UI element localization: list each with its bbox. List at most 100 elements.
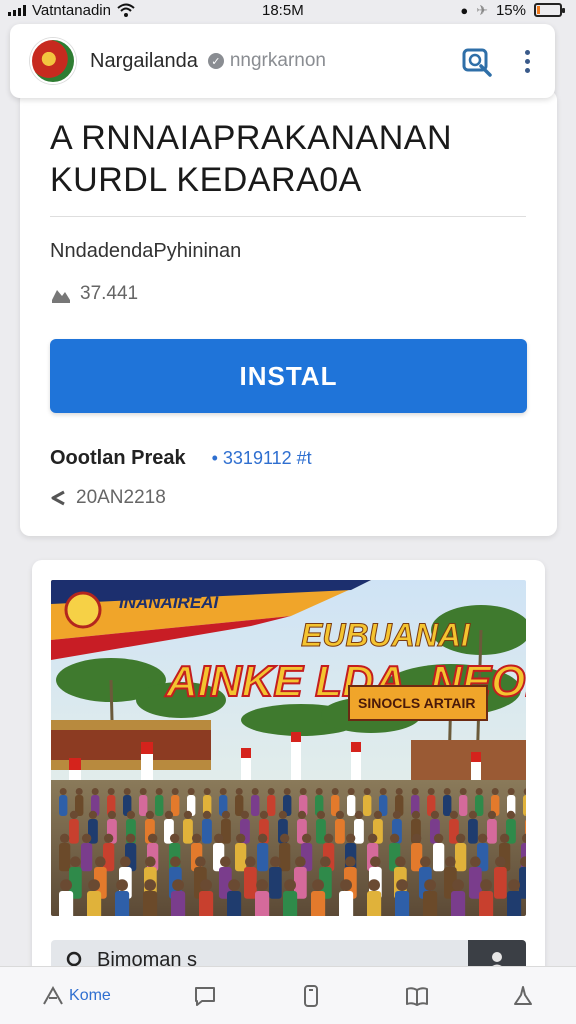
crowd-person-head [433, 833, 444, 843]
search-button[interactable] [459, 43, 495, 79]
crowd-person-head [139, 788, 147, 795]
crowd-person-head [202, 810, 212, 819]
crowd-person-head [424, 879, 436, 891]
install-button[interactable]: INSTAL [50, 339, 527, 413]
banner-ribbon-text: INANAIREAI [119, 593, 219, 612]
crowd-person-head [267, 788, 275, 795]
crowd-person-head [145, 856, 156, 867]
crowd-person-head [116, 879, 128, 891]
crowd-person-head [221, 810, 231, 819]
crowd-person-head [420, 856, 431, 867]
alarm-icon: ● [460, 2, 469, 18]
site-name[interactable]: Nargailanda [90, 50, 198, 73]
more-options-button[interactable] [517, 43, 537, 79]
crowd-person-head [347, 788, 355, 795]
status-bar: Vatntanadin 18:5M ● ✈ 15% [0, 0, 576, 20]
crowd-person-head [145, 810, 155, 819]
crowd-person-head [91, 788, 99, 795]
crowd-person-head [240, 810, 250, 819]
crowd-person-head [170, 856, 181, 867]
crowd-person-head [411, 833, 422, 843]
developer-name[interactable]: Oootlan Preak [50, 447, 186, 470]
crowd-person [81, 843, 93, 872]
crowd-person-head [251, 788, 259, 795]
crowd-person-head [430, 810, 440, 819]
search-icon [462, 48, 492, 77]
site-logo[interactable] [30, 38, 76, 84]
nav-home[interactable]: Kome [41, 984, 111, 1008]
clock: 18:5M [262, 1, 304, 19]
crowd-person [347, 795, 356, 816]
crowd-person-head [459, 788, 467, 795]
crowd-person-head [396, 879, 408, 891]
more-vertical-icon [524, 49, 530, 73]
app-details-card: A RNNAIAPRAKANANAN KURDL KEDARA0A Nndade… [20, 90, 557, 536]
crowd-person-head [295, 856, 306, 867]
crowd-person [59, 891, 74, 916]
crowd-person [155, 795, 164, 816]
release-date: 20AN2218 [50, 487, 166, 509]
crowd-person-head [468, 810, 478, 819]
crowd-person [523, 795, 526, 816]
crowd-person-head [395, 788, 403, 795]
festival-crowd-photo: INANAIREAI EUBUANAI AINKE LDA_NEOI SINOC… [51, 580, 526, 916]
app-title-line-1: A RNNAIAPRAKANANAN [50, 119, 452, 157]
crowd-person [199, 891, 214, 916]
crowd-person-head [81, 833, 92, 843]
crowd-person-head [59, 833, 70, 843]
crowd-person-head [120, 856, 131, 867]
user-icon [513, 985, 532, 1005]
crowd-person-head [411, 810, 421, 819]
app-title-line-2: KURDL KEDARA0A [50, 161, 362, 199]
nav-library[interactable] [405, 984, 429, 1008]
crowd-person-head [499, 833, 510, 843]
crowd-person-head [312, 879, 324, 891]
crowd-person-head [191, 833, 202, 843]
crowd-person-head [203, 788, 211, 795]
crowd-person [433, 843, 445, 872]
crowd-person [103, 843, 115, 872]
crowd-person-head [88, 810, 98, 819]
crowd-person-head [279, 833, 290, 843]
crowd-person-head [363, 788, 371, 795]
crowd-person-head [107, 788, 115, 795]
crowd-person-head [506, 810, 516, 819]
divider [50, 216, 526, 217]
crowd-person-head [354, 810, 364, 819]
crowd-person-head [155, 788, 163, 795]
crowd-person-head [88, 879, 100, 891]
crowd-person [339, 891, 354, 916]
nav-profile[interactable] [511, 984, 535, 1008]
nav-apps[interactable] [299, 984, 323, 1008]
crowd-person [395, 891, 410, 916]
crowd-person-head [392, 810, 402, 819]
crowd-person [363, 795, 372, 816]
phone-icon [303, 984, 318, 1007]
app-subtitle: NndadendaPyhininan [50, 240, 242, 262]
crowd-person-head [395, 856, 406, 867]
developer-id[interactable]: • 3319112 #t [212, 448, 312, 469]
crowd-person-head [75, 788, 83, 795]
crowd-person-head [59, 788, 67, 795]
crowd-person-head [323, 833, 334, 843]
crowd-person [139, 795, 148, 816]
crowd-person-head [60, 879, 72, 891]
crowd-person-head [235, 833, 246, 843]
crowd-person [171, 891, 186, 916]
crowd-person-head [389, 833, 400, 843]
crowd-person [244, 867, 257, 899]
banner-tagline: SINOCLS ARTAIR [358, 695, 475, 711]
crowd-person-head [470, 856, 481, 867]
crowd-person-head [475, 788, 483, 795]
crowd-person-head [297, 810, 307, 819]
crowd-person-head [331, 788, 339, 795]
airplane-icon: ✈ [476, 1, 488, 18]
download-icon [52, 290, 70, 303]
nav-messages[interactable] [193, 984, 217, 1008]
crowd-person [468, 819, 478, 844]
crowd-person [255, 891, 270, 916]
crowd-person-head [278, 810, 288, 819]
crowd-person-head [195, 856, 206, 867]
promo-banner-image[interactable]: INANAIREAI EUBUANAI AINKE LDA_NEOI SINOC… [51, 580, 526, 916]
crowd-person [183, 819, 193, 844]
